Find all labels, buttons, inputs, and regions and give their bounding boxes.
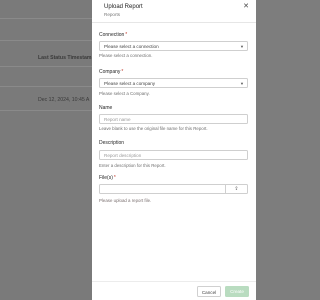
drawer-title: Upload Report — [104, 4, 143, 10]
report-name-placeholder: Report name — [104, 116, 131, 122]
files-help: Please upload a report file. — [99, 198, 152, 203]
bg-divider — [0, 40, 92, 41]
bg-divider — [0, 86, 92, 87]
upload-report-drawer: Upload Report Reports ✕ Connection* Plea… — [92, 0, 256, 300]
drawer-subtitle: Reports — [104, 12, 121, 17]
connection-select-value: Please select a connection — [104, 43, 159, 49]
chevron-down-icon: ▼ — [240, 80, 244, 86]
description-help: Enter a description for this Report. — [99, 163, 166, 168]
company-label: Company* — [99, 69, 124, 75]
description-label: Description — [99, 140, 125, 146]
company-select[interactable]: Please select a company ▼ — [99, 78, 248, 88]
upload-icon[interactable]: ⇪ — [225, 185, 247, 193]
connection-help: Please select a connection. — [99, 53, 153, 58]
bg-divider — [0, 66, 92, 67]
bg-divider — [0, 18, 92, 19]
header-divider — [92, 22, 256, 23]
column-header: Last Status Timestam — [38, 55, 92, 61]
name-help: Leave blank to use the original file nam… — [99, 126, 208, 131]
file-input[interactable]: ⇪ — [99, 184, 248, 194]
company-select-value: Please select a company — [104, 80, 156, 86]
description-input[interactable]: Report description — [99, 150, 248, 160]
background-page: Last Status Timestam Dec 12, 2024, 10:45… — [0, 0, 92, 300]
name-label: Name — [99, 105, 113, 111]
close-icon[interactable]: ✕ — [242, 3, 250, 11]
drawer-header: Upload Report Reports ✕ — [92, 0, 256, 22]
connection-select[interactable]: Please select a connection ▼ — [99, 41, 248, 51]
chevron-down-icon: ▼ — [240, 43, 244, 49]
cancel-button[interactable]: Cancel — [197, 286, 221, 297]
footer-divider — [92, 281, 256, 282]
report-name-input[interactable]: Report name — [99, 114, 248, 124]
bg-divider — [0, 110, 92, 111]
description-placeholder: Report description — [104, 152, 142, 158]
company-help: Please select a Company. — [99, 91, 150, 96]
timestamp-cell: Dec 12, 2024, 10:45 A — [38, 97, 90, 103]
connection-label: Connection* — [99, 32, 128, 38]
files-label: File(s)* — [99, 175, 116, 181]
create-button[interactable]: Create — [225, 286, 249, 297]
